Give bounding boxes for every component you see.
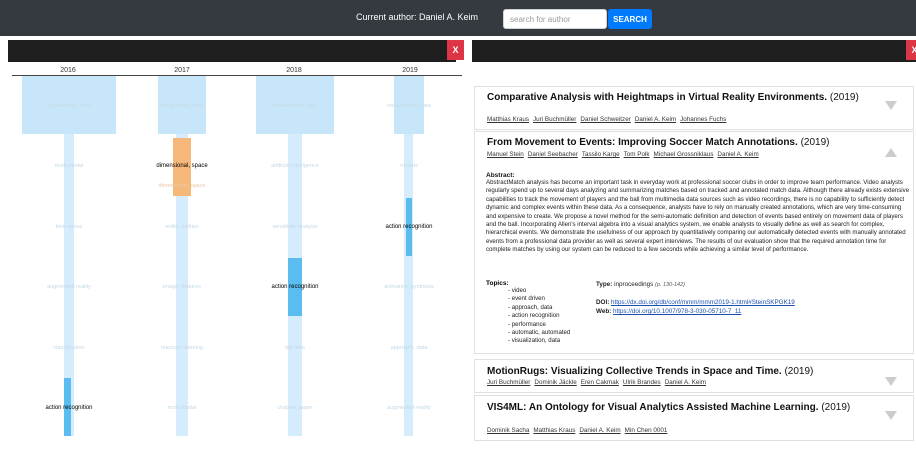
year-label-2017: 2017 (174, 67, 190, 74)
topic-label: chapter, paper (277, 405, 313, 411)
abstract-heading: Abstract: (486, 172, 515, 179)
author-link[interactable]: Manuel Stein (487, 151, 524, 158)
topic-label: visualization, data (273, 103, 317, 109)
paper-type: Type: inproceedings (p. 130-142) (596, 281, 686, 288)
author-link[interactable]: Eren Cakmak (581, 379, 619, 386)
topic-item: - event driven (508, 295, 545, 303)
abstract-text: AbstractMatch analysis has become an imp… (486, 179, 910, 254)
author-link[interactable]: Min Chen 0001 (625, 427, 668, 434)
close-timeline-button[interactable]: X (447, 40, 464, 60)
topic-label: augmented reality (387, 405, 431, 411)
search-input[interactable] (503, 9, 607, 29)
topic-item: - video (508, 287, 527, 294)
author-link[interactable]: Tassilo Karge (582, 151, 620, 158)
author-link[interactable]: Michael Grossniklaus (654, 151, 714, 158)
topic-label: models (400, 163, 418, 169)
author-link[interactable]: Daniel A. Keim (665, 379, 706, 386)
search-button[interactable]: SEARCH (608, 9, 652, 29)
close-papers-button[interactable]: X (906, 40, 916, 60)
doi-link[interactable]: https://dx.doi.org/db/conf/mmm/mmm2019-1… (611, 299, 795, 306)
paper-authors: Juri Buchmüller Dominik Jäckle Eren Cakmak… (487, 379, 710, 386)
paper-title: Comparative Analysis with Heightmaps in … (487, 92, 859, 103)
author-link[interactable]: Daniel A. Keim (635, 116, 676, 123)
topic-label: visualization, data (160, 103, 204, 109)
collapse-chevron-icon[interactable] (885, 148, 897, 157)
topic-item: - performance (508, 320, 546, 328)
topic-label: big data (285, 345, 305, 351)
topic-label: machine learning (161, 345, 203, 351)
topic-label: artificial intelligence (271, 163, 319, 169)
paper-title: MotionRugs: Visualizing Collective Trend… (487, 366, 814, 377)
topic-label: action recognition (45, 405, 93, 411)
topic-item: - approach, data (508, 303, 553, 311)
author-link[interactable]: Juri Buchmüller (487, 379, 530, 386)
web-link[interactable]: https://doi.org/10.1007/978-3-030-05710-… (613, 308, 741, 315)
paper-title: From Movement to Events: Improving Socce… (487, 137, 830, 148)
paper-card[interactable]: MotionRugs: Visualizing Collective Trend… (474, 359, 914, 393)
year-label-2016: 2016 (60, 67, 76, 74)
topic-label: augmented reality (47, 284, 91, 290)
author-link[interactable]: Ulrik Brandes (623, 379, 661, 386)
topic-item: - action recognition (508, 312, 560, 320)
topics-heading: Topics: (486, 280, 509, 287)
author-link[interactable]: Matthias Kraus (487, 116, 529, 123)
paper-authors: Matthias Kraus Juri Buchmüller Daniel Schw… (487, 116, 730, 123)
paper-authors: Dominik Sacha Matthias Kraus Daniel A. Kei… (487, 427, 671, 434)
paper-doi: DOI: https://dx.doi.org/db/conf/mmm/mmm2… (596, 299, 795, 306)
topic-label: sensitivity analysis (272, 224, 318, 230)
top-bar: Current author: Daniel A. Keim SEARCH (0, 0, 916, 36)
paper-card[interactable]: Comparative Analysis with Heightmaps in … (474, 86, 914, 130)
year-label-2018: 2018 (286, 67, 302, 74)
year-label-2019: 2019 (402, 67, 418, 74)
topics-list: - video - event driven - approach, data … (508, 287, 570, 346)
topic-label: action recognition (271, 284, 319, 290)
papers-panel-header (472, 40, 916, 62)
topic-label: multi-modal (54, 163, 84, 169)
expand-chevron-icon[interactable] (885, 411, 897, 420)
author-link[interactable]: Daniel Schweitzer (580, 116, 630, 123)
author-link[interactable]: Dominik Jäckle (534, 379, 576, 386)
author-link[interactable]: Dominik Sacha (487, 427, 529, 434)
expand-chevron-icon[interactable] (885, 101, 897, 110)
paper-year: (2019) (829, 92, 859, 103)
paper-title: VIS4ML: An Ontology for Visual Analytics… (487, 402, 851, 413)
timeline-panel-header (8, 40, 456, 62)
topic-label: entity, entities (165, 224, 199, 230)
topic-label: time series (55, 224, 83, 230)
author-link[interactable]: Daniel Seebacher (528, 151, 578, 158)
topic-label: multi-modal (167, 405, 197, 411)
author-link[interactable]: Daniel A. Keim (717, 151, 758, 158)
topic-item: - automatic, automated (508, 329, 571, 337)
paper-year: (2019) (800, 137, 830, 148)
topic-label: action recognition (385, 224, 433, 230)
author-link[interactable]: Juri Buchmüller (533, 116, 576, 123)
author-link[interactable]: Matthias Kraus (533, 427, 575, 434)
paper-authors: Manuel Stein Daniel Seebacher Tassilo Karg… (487, 151, 763, 158)
topic-sublabel: dimensional, space (158, 183, 206, 189)
expand-chevron-icon[interactable] (885, 377, 897, 386)
topic-label: visualization, data (47, 103, 91, 109)
author-link[interactable]: Johannes Fuchs (680, 116, 726, 123)
topic-label: classification (53, 345, 85, 351)
topic-label: animation, synthesis (384, 284, 434, 290)
paper-year: (2019) (821, 402, 851, 413)
author-link[interactable]: Tom Polk (624, 151, 650, 158)
topic-label: visualization, data (387, 103, 431, 109)
paper-card[interactable]: VIS4ML: An Ontology for Visual Analytics… (474, 395, 914, 441)
author-link[interactable]: Daniel A. Keim (579, 427, 620, 434)
paper-web: Web: https://doi.org/10.1007/978-3-030-0… (596, 308, 742, 315)
topic-timeline: 2016 2017 2018 2019 visualization, data … (8, 62, 464, 452)
topic-label: image, features (163, 284, 201, 290)
paper-year: (2019) (784, 366, 814, 377)
current-author-label: Current author: Daniel A. Keim (356, 12, 479, 22)
topic-label: dimensional, space (156, 163, 208, 169)
topic-label: approach, data (390, 345, 428, 351)
topic-item: - visualization, data (508, 337, 561, 345)
